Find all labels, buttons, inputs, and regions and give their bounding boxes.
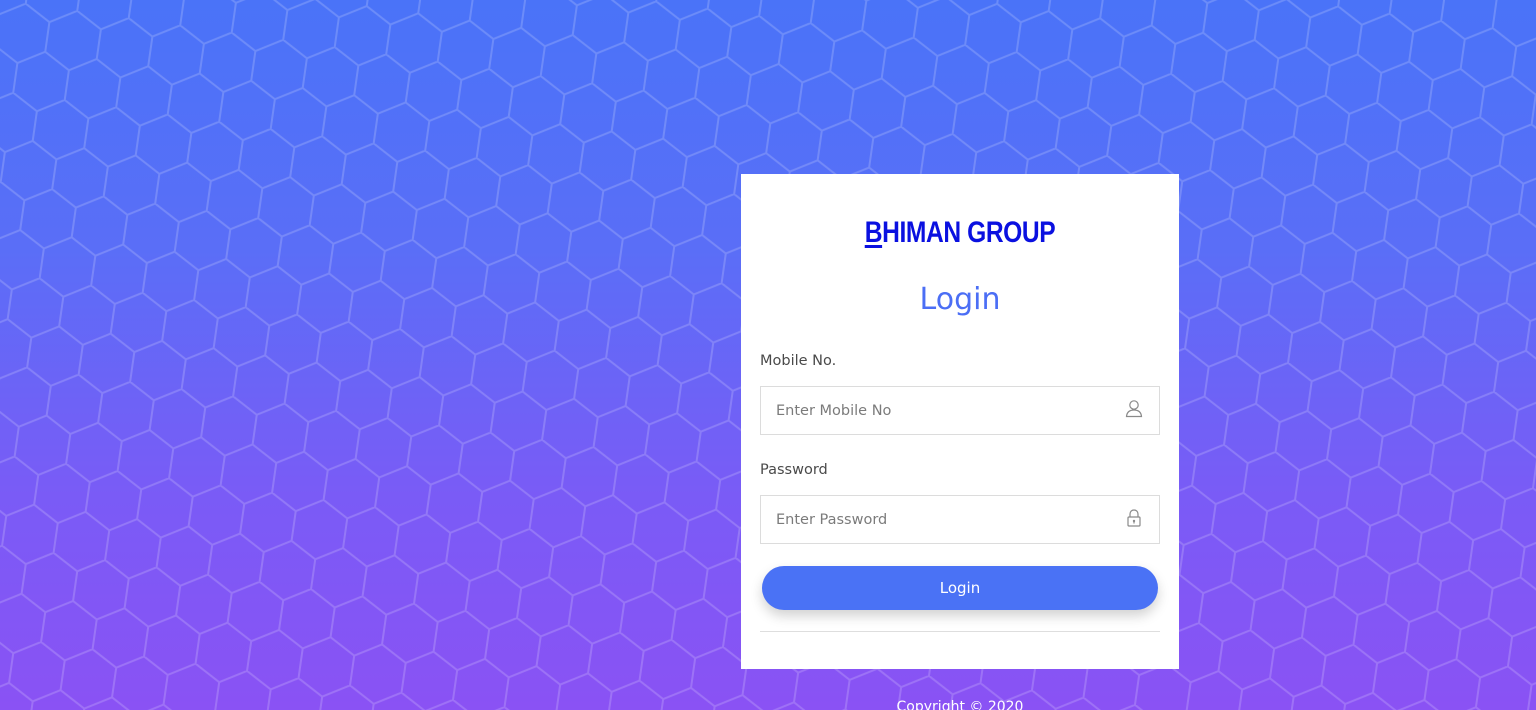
- login-title: Login: [919, 282, 1001, 317]
- lock-icon: [1127, 509, 1141, 527]
- password-label: Password: [760, 462, 828, 478]
- password-input[interactable]: [761, 496, 1121, 543]
- mobile-field: [760, 386, 1160, 435]
- card-divider: [760, 631, 1160, 632]
- mobile-label: Mobile No.: [760, 353, 837, 369]
- brand-logo: BHIMAN GROUP: [864, 216, 1056, 249]
- mobile-input[interactable]: [761, 387, 1121, 434]
- password-field: [760, 495, 1160, 544]
- copyright-text: Copyright © 2020: [896, 699, 1024, 710]
- user-icon: [1125, 400, 1143, 418]
- page-background: BHIMAN GROUP Login Mobile No. Password L…: [0, 0, 1536, 710]
- login-card: BHIMAN GROUP Login Mobile No. Password L…: [741, 174, 1179, 669]
- login-button[interactable]: Login: [762, 566, 1158, 610]
